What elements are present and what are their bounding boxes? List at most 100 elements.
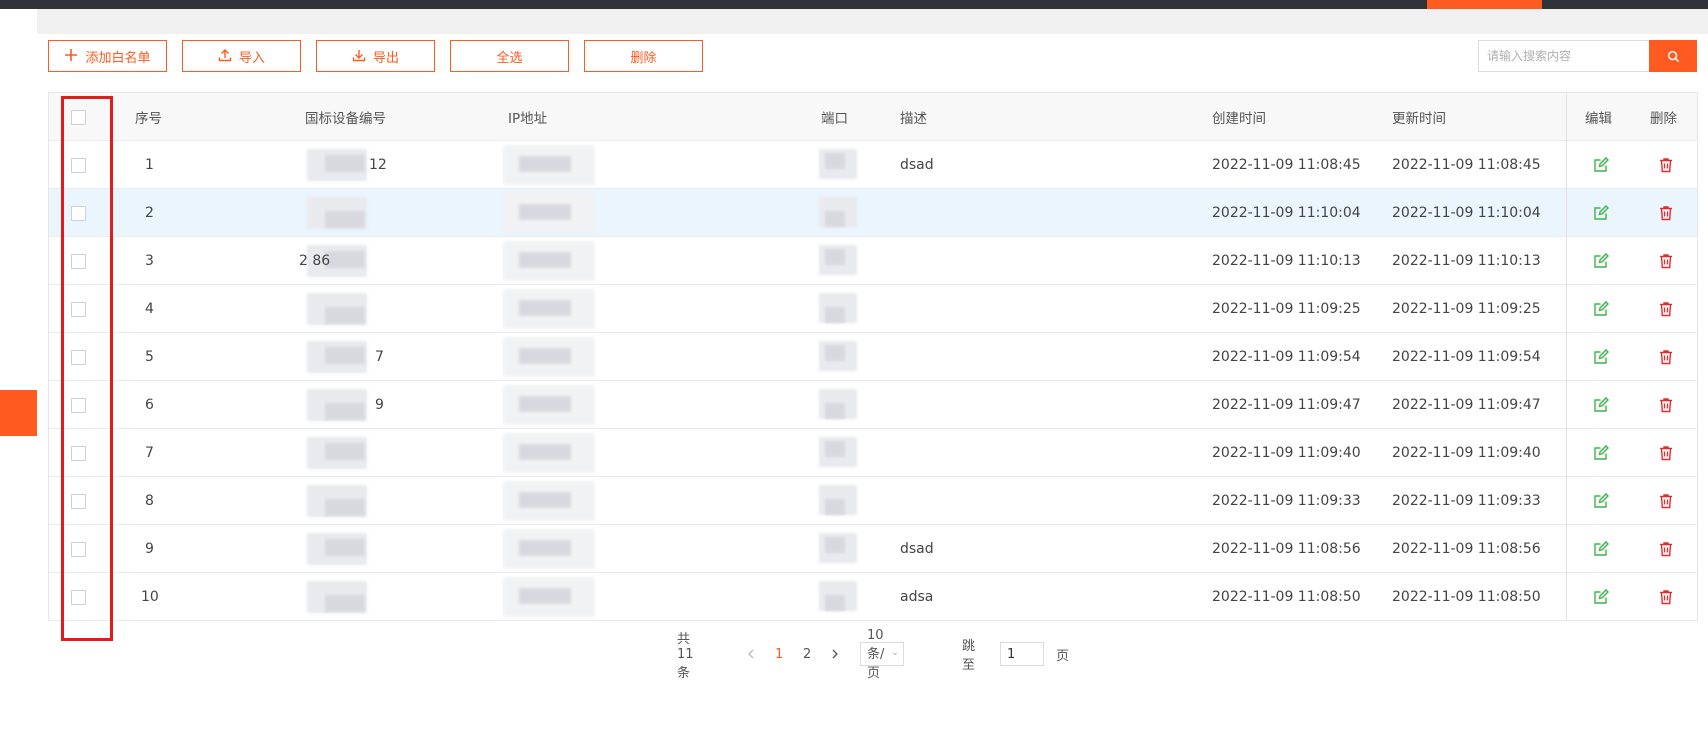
redacted-port-fragment [825, 499, 845, 515]
trash-icon[interactable] [1657, 444, 1675, 462]
row-updated-time: 2022-11-09 11:10:13 [1392, 253, 1541, 269]
table-row[interactable]: 3 2 86 2022-11-09 11:10:13 2022-11-09 11:10… [49, 237, 1697, 285]
delete-selected-button[interactable]: 删除 [584, 40, 703, 72]
row-created-time: 2022-11-09 11:10:13 [1212, 253, 1361, 269]
table-header: 序号 国标设备编号 IP地址 端口 描述 创建时间 更新时间 编辑 删除 [49, 93, 1697, 141]
row-updated-time: 2022-11-09 11:09:47 [1392, 397, 1541, 413]
edit-icon[interactable] [1592, 300, 1610, 318]
select-all-label: 全选 [496, 50, 523, 66]
header-ip[interactable]: IP地址 [508, 93, 547, 141]
redacted-device-code-fragment [325, 595, 365, 612]
edit-icon[interactable] [1592, 348, 1610, 366]
row-updated-time: 2022-11-09 11:08:56 [1392, 541, 1541, 557]
table-row[interactable]: 10 adsa 2022-11-09 11:08:50 2022-11-09 11:0… [49, 573, 1697, 621]
trash-icon[interactable] [1657, 156, 1675, 174]
redacted-ip-fragment [519, 444, 571, 460]
sidebar-active-marker[interactable] [0, 390, 37, 436]
redacted-ip-fragment [519, 348, 571, 364]
header-delete: 删除 [1650, 111, 1677, 127]
redacted-ip-fragment [519, 492, 571, 508]
delete-selected-label: 删除 [630, 50, 657, 66]
redacted-ip-fragment [519, 396, 571, 412]
redacted-ip-fragment [519, 252, 571, 268]
header-port[interactable]: 端口 [821, 93, 848, 141]
row-device-code: 2 86 [299, 253, 331, 269]
select-all-button[interactable]: 全选 [450, 40, 569, 72]
fixed-column-divider [1566, 93, 1567, 621]
export-button[interactable]: 导出 [316, 40, 435, 72]
page-2[interactable]: 2 [803, 642, 811, 666]
active-nav-indicator[interactable] [1427, 0, 1542, 9]
redacted-ip-fragment [519, 540, 571, 556]
row-created-time: 2022-11-09 11:09:25 [1212, 301, 1361, 317]
row-index: 2 [145, 205, 154, 221]
prev-page-icon[interactable] [747, 642, 755, 666]
add-whitelist-label: 添加白名单 [85, 50, 151, 66]
row-index: 4 [145, 301, 154, 317]
row-description: dsad [900, 541, 934, 557]
row-device-code: 9 [375, 397, 384, 413]
redacted-port-fragment [825, 537, 845, 553]
table-row[interactable]: 7 2022-11-09 11:09:40 2022-11-09 11:09:40 [49, 429, 1697, 477]
redacted-device-code-fragment [325, 347, 365, 364]
header-device-code[interactable]: 国标设备编号 [305, 93, 386, 141]
row-updated-time: 2022-11-09 11:09:40 [1392, 445, 1541, 461]
page-size-select[interactable]: 10 条/页 [860, 628, 905, 681]
trash-icon[interactable] [1657, 492, 1675, 510]
redacted-ip-fragment [519, 204, 571, 220]
redacted-device-code-fragment [325, 211, 365, 228]
next-page-icon[interactable] [831, 642, 839, 666]
redacted-ip-fragment [519, 156, 571, 172]
page-1[interactable]: 1 [775, 642, 783, 666]
table-row[interactable]: 1 12 dsad 2022-11-09 11:08:45 2022-11-09 11:… [49, 141, 1697, 189]
header-description[interactable]: 描述 [900, 93, 927, 141]
whitelist-table: 序号 国标设备编号 IP地址 端口 描述 创建时间 更新时间 编辑 删除 1 12… [48, 92, 1698, 621]
redacted-port-fragment [825, 249, 845, 265]
redacted-device-code-fragment [325, 443, 365, 460]
search-button[interactable] [1649, 40, 1697, 72]
edit-icon[interactable] [1592, 444, 1610, 462]
trash-icon[interactable] [1657, 348, 1675, 366]
redacted-port-fragment [825, 403, 845, 419]
trash-icon[interactable] [1657, 252, 1675, 270]
row-updated-time: 2022-11-09 11:08:45 [1392, 157, 1541, 173]
total-count: 共 11 条 [677, 632, 694, 681]
edit-icon[interactable] [1592, 156, 1610, 174]
row-index: 3 [145, 253, 154, 269]
header-index[interactable]: 序号 [135, 93, 162, 141]
edit-icon[interactable] [1592, 492, 1610, 510]
trash-icon[interactable] [1657, 588, 1675, 606]
table-row[interactable]: 4 2022-11-09 11:09:25 2022-11-09 11:09:25 [49, 285, 1697, 333]
row-created-time: 2022-11-09 11:08:50 [1212, 589, 1361, 605]
annotation-highlight-box [61, 96, 113, 641]
header-edit: 编辑 [1585, 111, 1612, 127]
upload-icon [218, 48, 232, 65]
edit-icon[interactable] [1592, 252, 1610, 270]
edit-icon[interactable] [1592, 396, 1610, 414]
row-created-time: 2022-11-09 11:10:04 [1212, 205, 1361, 221]
trash-icon[interactable] [1657, 540, 1675, 558]
edit-icon[interactable] [1592, 588, 1610, 606]
table-row[interactable]: 2 2022-11-09 11:10:04 2022-11-09 11:10:04 [49, 189, 1697, 237]
search-input[interactable] [1478, 40, 1649, 72]
row-index: 1 [145, 157, 154, 173]
trash-icon[interactable] [1657, 204, 1675, 222]
jump-page-input[interactable] [1000, 642, 1044, 666]
import-button[interactable]: 导入 [182, 40, 301, 72]
row-index: 9 [145, 541, 154, 557]
trash-icon[interactable] [1657, 300, 1675, 318]
header-created[interactable]: 创建时间 [1212, 93, 1266, 141]
table-row[interactable]: 8 2022-11-09 11:09:33 2022-11-09 11:09:33 [49, 477, 1697, 525]
page-size-value: 10 条/页 [867, 627, 885, 681]
table-row[interactable]: 6 9 2022-11-09 11:09:47 2022-11-09 11:09:47 [49, 381, 1697, 429]
table-row[interactable]: 5 7 2022-11-09 11:09:54 2022-11-09 11:09:54 [49, 333, 1697, 381]
table-row[interactable]: 9 dsad 2022-11-09 11:08:56 2022-11-09 11:08… [49, 525, 1697, 573]
add-whitelist-button[interactable]: 添加白名单 [48, 40, 167, 72]
row-index: 5 [145, 349, 154, 365]
trash-icon[interactable] [1657, 396, 1675, 414]
header-updated[interactable]: 更新时间 [1392, 93, 1446, 141]
row-created-time: 2022-11-09 11:08:45 [1212, 157, 1361, 173]
chevron-down-icon [893, 652, 898, 656]
edit-icon[interactable] [1592, 204, 1610, 222]
edit-icon[interactable] [1592, 540, 1610, 558]
